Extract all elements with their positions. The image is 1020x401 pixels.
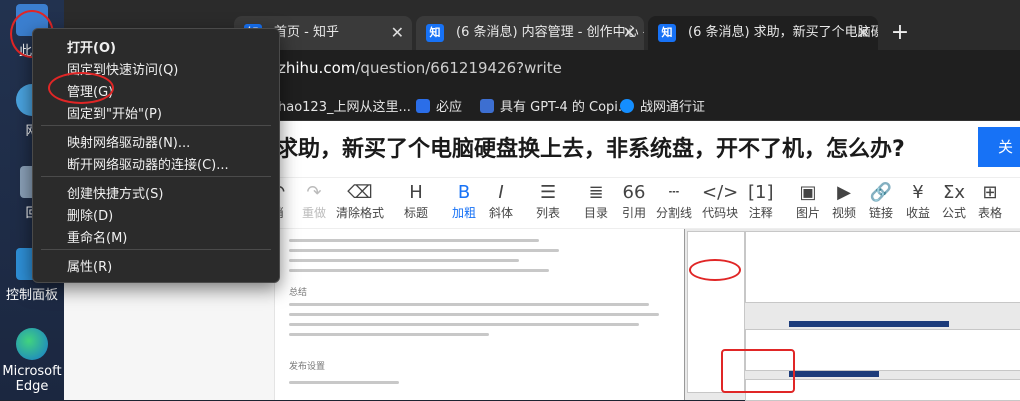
earnings-icon: ¥ [912,182,924,203]
close-icon[interactable]: ✕ [391,16,404,50]
code-icon: </> [702,182,739,203]
tab-title: (6 条消息) 求助，新买了个电脑硬 [688,25,878,40]
annotation-icon: [1] [748,182,774,203]
redo-icon: ↷ [306,182,322,203]
new-tab-button[interactable]: + [884,16,916,50]
bookmark-battlenet[interactable]: 战网通行证 [620,96,705,115]
embedded-disk-management-screenshot [684,229,1020,401]
bookmark-bing[interactable]: 必应 [416,96,462,115]
url-text[interactable]: zhihu.com/question/661219426?write [278,59,562,77]
italic-icon: I [498,182,504,203]
publish-heading: 发布设置 [289,362,326,372]
toolbar-italic[interactable]: I 斜体 [489,182,513,221]
doc-heading: 总结 [289,288,308,298]
toolbar-redo[interactable]: ↷ 重做 [302,182,326,221]
toolbar-image[interactable]: ▣ 图片 [796,182,820,221]
toolbar-list[interactable]: ☰ 列表 [536,182,560,221]
bookmark-copilot[interactable]: 具有 GPT-4 的 Copi... [480,96,630,115]
zhihu-favicon-icon: 知 [658,24,676,42]
zhihu-favicon-icon: 知 [426,24,444,42]
bookmark-hao123[interactable]: hao123_上网从这里... [278,96,411,115]
search-icon [480,99,494,113]
menu-separator [41,176,271,177]
heading-icon: H [409,182,423,203]
toolbar-clear-format[interactable]: ⌫ 清除格式 [336,182,384,221]
formula-icon: Σx [942,182,966,203]
bold-icon: B [457,182,471,203]
toolbar-quote[interactable]: 66 引用 [622,182,646,221]
image-icon: ▣ [799,182,817,203]
menu-item-map-network-drive[interactable]: 映射网络驱动器(N)... [67,132,190,151]
battlenet-icon [620,99,634,113]
toolbar-toc[interactable]: ≣ 目录 [584,182,608,221]
menu-item-pin-start[interactable]: 固定到"开始"(P) [67,103,162,122]
video-icon: ▶ [837,182,851,203]
tab-question-active[interactable]: 知 (6 条消息) 求助，新买了个电脑硬 ✕ [648,16,878,50]
edge-icon [16,328,48,360]
desktop-icon-edge[interactable]: Microsoft Edge [0,328,64,394]
tab-content-management[interactable]: 知 (6 条消息) 内容管理 - 创作中心 - ✕ [416,16,644,50]
toolbar-heading[interactable]: H 标题 [404,182,428,221]
context-menu: 打开(O) 固定到快速访问(Q) 管理(G) 固定到"开始"(P) 映射网络驱动… [32,28,280,283]
toolbar-earnings[interactable]: ¥ 收益 [906,182,930,221]
menu-item-properties[interactable]: 属性(R) [67,256,112,275]
list-icon: ☰ [539,182,557,203]
toolbar-code-block[interactable]: </> 代码块 [702,182,738,221]
desktop-icon-label: 控制面板 [5,288,58,303]
menu-item-create-shortcut[interactable]: 创建快捷方式(S) [67,183,163,202]
toolbar-annotation[interactable]: [1] 注释 [748,182,774,221]
tab-title: 首页 - 知乎 [274,25,339,40]
close-icon[interactable]: ✕ [857,16,870,50]
menu-item-open[interactable]: 打开(O) [67,37,116,56]
toolbar-bold[interactable]: B 加粗 [452,182,476,221]
bookmark-label: hao123_上网从这里... [278,100,411,115]
close-icon[interactable]: ✕ [623,16,636,50]
annotation-circle [689,259,741,281]
annotation-circle-manage [48,72,114,104]
tab-title: (6 条消息) 内容管理 - 创作中心 - [456,25,644,40]
toolbar-divider[interactable]: ┄ 分割线 [656,182,692,221]
follow-button[interactable]: 关 [978,127,1020,167]
toolbar-video[interactable]: ▶ 视频 [832,182,856,221]
menu-item-delete[interactable]: 删除(D) [67,205,113,224]
menu-item-disconnect-network-drive[interactable]: 断开网络驱动器的连接(C)... [67,154,229,173]
table-icon: ⊞ [982,182,998,203]
toolbar-link[interactable]: 🔗 链接 [869,182,893,221]
menu-separator [41,125,271,126]
annotation-box [721,349,795,393]
bing-icon [416,99,430,113]
toc-icon: ≣ [588,182,604,203]
toolbar-formula[interactable]: Σx 公式 [942,182,966,221]
embedded-document-image: 总结 发布设置 [274,229,685,400]
url-path: /question/661219426?write [355,59,562,77]
question-title: 求助，新买了个电脑硬盘换上去，非系统盘，开不了机，怎么办? [276,137,905,162]
bookmark-label: 必应 [436,100,463,115]
bookmark-label: 具有 GPT-4 的 Copi... [500,100,631,115]
bookmark-label: 战网通行证 [640,100,706,115]
toolbar-table[interactable]: ⊞ 表格 [978,182,1002,221]
menu-item-rename[interactable]: 重命名(M) [67,227,127,246]
clear-format-icon: ⌫ [347,182,373,203]
url-host: zhihu.com [278,59,356,77]
link-icon: 🔗 [869,182,893,203]
menu-separator [41,249,271,250]
quote-icon: 66 [622,182,646,203]
desktop-icon-label: Microsoft Edge [2,364,62,394]
divider-icon: ┄ [668,182,680,203]
